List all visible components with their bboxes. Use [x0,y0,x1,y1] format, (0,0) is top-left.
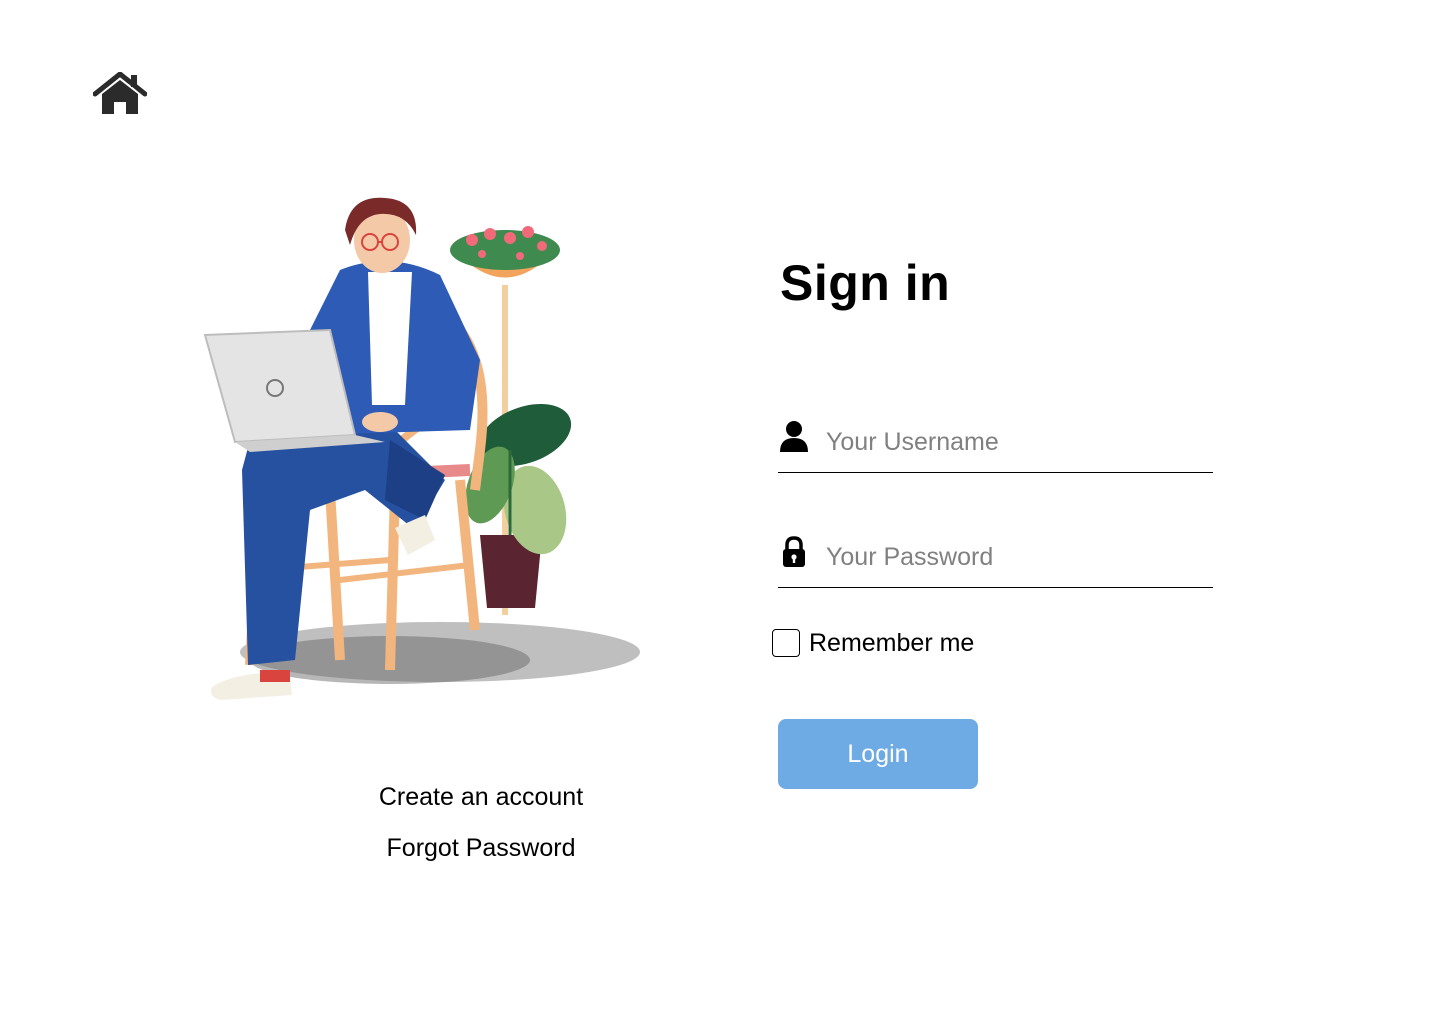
user-icon [780,420,808,452]
create-account-link[interactable]: Create an account [300,782,662,812]
page-title: Sign in [780,255,951,311]
remember-me-checkbox[interactable]: Remember me [772,627,974,659]
lock-icon [780,536,808,568]
login-button[interactable]: Login [778,719,978,789]
username-field [778,416,1213,473]
account-links: Create an account Forgot Password [300,782,662,863]
person-with-laptop-illustration [190,190,650,730]
sign-in-page: Create an account Forgot Password Sign i… [0,0,1440,1024]
password-field [778,531,1213,588]
checkbox-box[interactable] [772,629,800,657]
password-input[interactable] [826,537,1206,577]
username-input[interactable] [826,422,1206,462]
remember-me-label: Remember me [809,628,975,657]
home-icon[interactable] [92,70,148,116]
forgot-password-link[interactable]: Forgot Password [300,833,662,863]
